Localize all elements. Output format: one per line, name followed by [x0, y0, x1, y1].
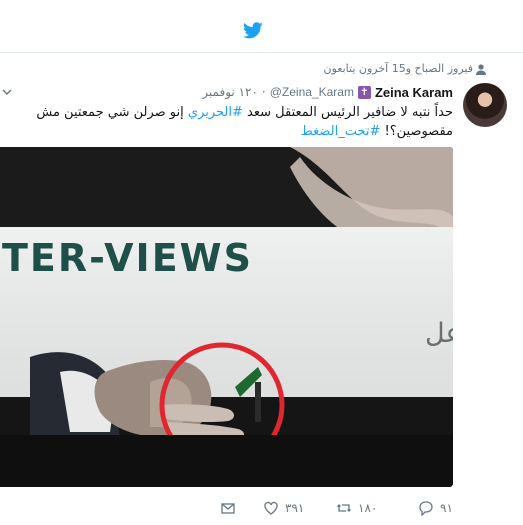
- direct-message-action[interactable]: [220, 500, 236, 516]
- chevron-down-icon[interactable]: [2, 88, 12, 96]
- retweet-action[interactable]: ١٨٠: [336, 500, 377, 516]
- tweet-text: حداً نتبه لا ضافير الرئيس المعتقل سعد #ا…: [13, 103, 453, 141]
- social-context-text: فيروز الصباح و15 آخرون يتابعون: [323, 62, 473, 75]
- tweet-media-image[interactable]: TER-VIEWS أي بالنفس وفق ما تم التوافق عل: [0, 147, 453, 487]
- reply-action[interactable]: ٩١: [418, 500, 453, 516]
- top-navigation-bar: [0, 0, 523, 53]
- retweet-count: ١٨٠: [358, 501, 378, 515]
- tweet-actions-bar: ٩١ ١٨٠ ٣٩١: [0, 494, 523, 522]
- avatar[interactable]: [463, 83, 507, 127]
- retweet-icon[interactable]: [336, 500, 352, 516]
- person-icon: [476, 64, 486, 75]
- separator-dot: ·: [261, 85, 266, 99]
- author-name[interactable]: Zeina Karam: [375, 85, 453, 100]
- heart-icon[interactable]: [263, 500, 279, 516]
- hashtag-link-hariri[interactable]: #الحريري: [188, 105, 243, 120]
- tweet-header: Zeina Karam ✝ @Zeina_Karam · ١٢٠ نوفمبر: [202, 84, 453, 100]
- media-arabic-caption: أي بالنفس وفق ما تم التوافق عل: [425, 314, 453, 349]
- twitter-bird-icon[interactable]: [243, 22, 263, 39]
- cross-badge-icon: ✝: [357, 85, 371, 99]
- media-photo: TER-VIEWS أي بالنفس وفق ما تم التوافق عل: [0, 147, 453, 487]
- hashtag-link-pressure[interactable]: #تحت_الضغط: [301, 124, 381, 139]
- reply-icon[interactable]: [418, 500, 434, 516]
- tweet-date[interactable]: ١٢٠ نوفمبر: [202, 85, 258, 99]
- tweet-card[interactable]: فيروز الصباح و15 آخرون يتابعون Zeina Kar…: [0, 53, 523, 525]
- like-action[interactable]: ٣٩١: [263, 500, 304, 516]
- reply-count: ٩١: [440, 501, 453, 515]
- tweet-text-part1: حداً نتبه لا ضافير الرئيس المعتقل سعد: [242, 105, 453, 120]
- media-banner-text: TER-VIEWS: [2, 236, 253, 280]
- author-handle[interactable]: @Zeina_Karam: [270, 85, 354, 99]
- envelope-icon[interactable]: [220, 500, 236, 516]
- like-count: ٣٩١: [285, 501, 305, 515]
